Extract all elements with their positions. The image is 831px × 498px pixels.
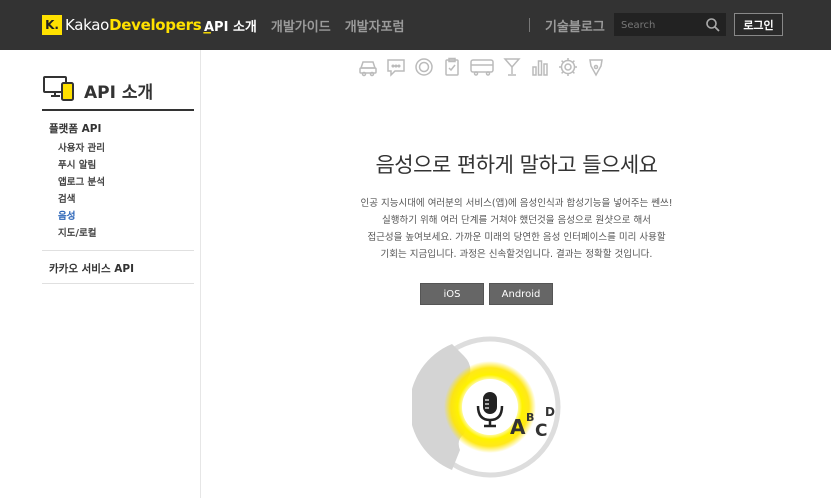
description-line: 접근성을 높여보세요. 가까운 미래의 당연한 음성 인터페이스를 미리 사용할 <box>367 232 666 243</box>
ios-button[interactable]: iOS <box>420 283 484 305</box>
sidebar-category-kakao-service-api[interactable]: 카카오 서비스 API <box>49 261 134 276</box>
kakao-developers-logo[interactable]: K. KakaoDevelopers _ <box>42 14 211 36</box>
logo-mark: K. <box>42 15 62 35</box>
letter-a: A <box>510 415 526 439</box>
description-line: 실행하기 위해 여러 단계를 거쳐야 했던것을 음성으로 원샷으로 해서 <box>382 215 651 226</box>
description-line: 기회는 지금입니다. 과정은 신속할것입니다. 결과는 정확할 것입니다. <box>380 249 653 260</box>
main-nav: API 소개 개발가이드 개발자포럼 <box>204 16 405 35</box>
logo-name-plain: Kakao <box>65 16 110 34</box>
logo-name-bold: Developers <box>109 16 202 34</box>
nav-api-intro[interactable]: API 소개 <box>204 16 257 35</box>
nav-dev-guide[interactable]: 개발가이드 <box>271 16 331 35</box>
header-divider <box>529 18 530 32</box>
search-box <box>614 13 726 36</box>
bus-icon <box>469 56 495 78</box>
pen-nib-icon <box>585 56 607 78</box>
clipboard-icon <box>441 56 463 78</box>
sidebar-item-search[interactable]: 검색 <box>58 191 75 205</box>
sidebar-divider <box>42 283 194 284</box>
car-icon <box>357 56 379 78</box>
page-headline: 음성으로 편하게 말하고 들으세요 <box>375 153 658 177</box>
coin-icon <box>413 56 435 78</box>
nav-dev-forum[interactable]: 개발자포럼 <box>345 16 405 35</box>
nav-tech-blog[interactable]: 기술블로그 <box>545 16 605 35</box>
sidebar-title-underline <box>42 109 194 111</box>
login-button[interactable]: 로그인 <box>734 13 783 36</box>
sidebar-title: API 소개 <box>42 74 153 106</box>
search-icon[interactable] <box>705 17 721 33</box>
top-header: K. KakaoDevelopers _ API 소개 개발가이드 개발자포럼 기… <box>0 0 831 50</box>
gear-icon <box>557 56 579 78</box>
letter-d: D <box>545 405 555 419</box>
sidebar-divider <box>42 250 194 251</box>
sidebar-title-text: API 소개 <box>84 82 154 103</box>
sidebar-item-push-notification[interactable]: 푸시 알림 <box>58 157 96 171</box>
sidebar-item-user-management[interactable]: 사용자 관리 <box>58 140 105 154</box>
bar-chart-icon <box>529 56 551 78</box>
chat-icon <box>385 56 407 78</box>
cocktail-icon <box>501 56 523 78</box>
android-button[interactable]: Android <box>489 283 553 305</box>
letter-c: C <box>535 421 547 441</box>
service-icons-row <box>357 56 607 78</box>
search-input[interactable] <box>621 17 705 33</box>
devices-icon <box>42 74 76 106</box>
main-content: 음성으로 편하게 말하고 들으세요 인공 지능시대에 여러분의 서비스(앱)에 … <box>202 50 831 498</box>
sidebar-item-app-log-analysis[interactable]: 앱로그 분석 <box>58 174 105 188</box>
sidebar-item-voice[interactable]: 음성 <box>58 208 75 222</box>
sidebar-category-platform-api[interactable]: 플랫폼 API <box>49 121 101 136</box>
logo-text: KakaoDevelopers _ <box>65 16 211 34</box>
letter-b: B <box>526 411 534 424</box>
description-line: 인공 지능시대에 여러분의 서비스(앱)에 음성인식과 합성기능을 넣어주는 쎈… <box>360 198 673 209</box>
sidebar-item-map-local[interactable]: 지도/로컬 <box>58 225 96 239</box>
sidebar: API 소개 플랫폼 API 사용자 관리 푸시 알림 앱로그 분석 검색 음성… <box>0 50 201 498</box>
voice-recognition-illustration: A B C D <box>412 336 561 478</box>
